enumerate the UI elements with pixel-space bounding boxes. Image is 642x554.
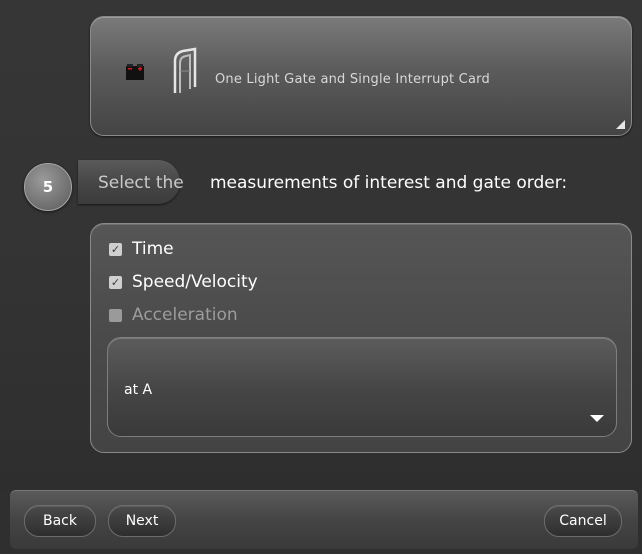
- measurement-speed-option[interactable]: ✓ Speed/Velocity: [109, 271, 258, 293]
- chevron-down-icon: [590, 415, 604, 422]
- light-gate-icon: [173, 47, 197, 93]
- select-label: Select the: [98, 173, 184, 193]
- equipment-label: One Light Gate and Single Interrupt Card: [215, 72, 490, 87]
- step-number-badge: 5: [24, 163, 72, 211]
- speed-checkbox[interactable]: ✓: [109, 275, 122, 289]
- time-checkbox[interactable]: ✓: [109, 242, 122, 256]
- gate-order-value: at A: [124, 382, 153, 398]
- back-button[interactable]: Back: [24, 505, 96, 537]
- wizard-stage: One Light Gate and Single Interrupt Card…: [0, 0, 642, 490]
- acceleration-checkbox: ✓: [109, 308, 122, 322]
- measurements-panel: ✓ Time ✓ Speed/Velocity ✓ Acceleration a…: [90, 223, 632, 453]
- bottom-toolbar: Back Next Cancel: [10, 490, 638, 549]
- acceleration-label: Acceleration: [132, 305, 238, 325]
- cancel-button[interactable]: Cancel: [544, 505, 622, 537]
- equipment-selector[interactable]: One Light Gate and Single Interrupt Card: [90, 16, 632, 136]
- dropdown-corner-icon: [616, 120, 625, 129]
- measurement-time-option[interactable]: ✓ Time: [109, 238, 174, 260]
- next-button[interactable]: Next: [108, 505, 176, 537]
- battery-icon: [126, 64, 144, 80]
- speed-label: Speed/Velocity: [132, 272, 258, 292]
- time-label: Time: [132, 239, 174, 259]
- step-instruction: measurements of interest and gate order:: [210, 173, 568, 193]
- measurement-acceleration-option: ✓ Acceleration: [109, 304, 238, 326]
- gate-order-select[interactable]: at A: [107, 337, 617, 437]
